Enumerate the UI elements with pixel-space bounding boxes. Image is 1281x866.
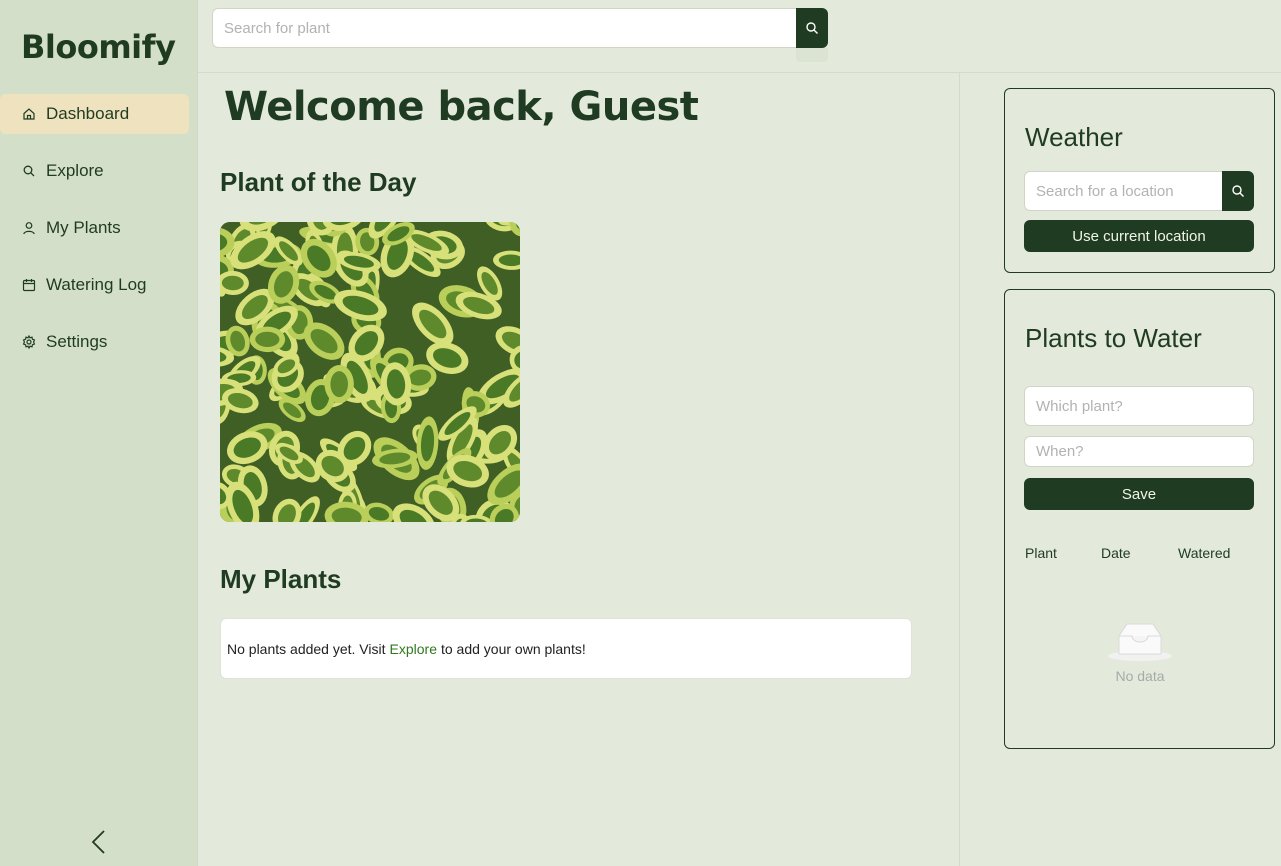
sidebar-item-explore[interactable]: Explore — [0, 151, 189, 191]
user-icon — [22, 221, 36, 235]
sidebar-item-settings[interactable]: Settings — [0, 322, 189, 362]
sidebar-item-watering-log[interactable]: Watering Log — [0, 265, 189, 305]
plant-search-input[interactable] — [212, 8, 797, 48]
save-button[interactable]: Save — [1024, 478, 1254, 510]
search-icon — [22, 164, 36, 178]
plant-photo — [220, 222, 520, 522]
search-button-shadow — [796, 48, 828, 62]
search-icon — [1232, 185, 1244, 197]
weather-card: Weather Use current location — [1004, 88, 1275, 273]
empty-state-text: No data — [1115, 668, 1165, 684]
location-search-button[interactable] — [1222, 171, 1254, 211]
plant-of-the-day-title: Plant of the Day — [220, 167, 417, 197]
my-plants-empty-state: No plants added yet. Visit Explore to ad… — [220, 618, 912, 679]
plant-search-button[interactable] — [796, 8, 828, 48]
explore-link[interactable]: Explore — [390, 641, 437, 657]
location-search-input[interactable] — [1024, 171, 1224, 211]
use-current-location-button[interactable]: Use current location — [1024, 220, 1254, 252]
plants-to-water-title: Plants to Water — [1025, 323, 1202, 353]
plant-search — [212, 8, 828, 48]
column-header-date: Date — [1101, 545, 1131, 561]
calendar-icon — [22, 278, 36, 292]
panel-divider — [959, 73, 960, 866]
search-icon — [806, 22, 818, 34]
empty-inbox-icon — [1108, 623, 1172, 661]
home-icon — [22, 107, 36, 121]
sidebar-item-label: Settings — [46, 332, 108, 351]
column-header-plant: Plant — [1025, 545, 1057, 561]
gear-icon — [22, 335, 36, 349]
sidebar-item-label: Dashboard — [46, 104, 130, 123]
chevron-left-icon — [91, 830, 105, 854]
plant-of-the-day-image[interactable] — [220, 222, 520, 522]
sidebar: Bloomify Dashboard Explore My Plants Wat… — [0, 0, 198, 866]
collapse-sidebar-button[interactable] — [86, 828, 110, 856]
my-plants-empty-suffix: to add your own plants! — [440, 640, 586, 657]
sidebar-item-my-plants[interactable]: My Plants — [0, 208, 189, 248]
my-plants-empty-prefix: No plants added yet. Visit — [227, 640, 386, 657]
weather-title: Weather — [1025, 122, 1123, 152]
sidebar-item-label: Watering Log — [46, 275, 147, 294]
plants-to-water-card: Plants to Water Save Plant Date Watered … — [1004, 289, 1275, 749]
welcome-heading: Welcome back, Guest — [224, 84, 699, 130]
column-header-watered: Watered — [1178, 545, 1231, 561]
table-empty-state: No data — [1105, 620, 1175, 684]
sidebar-item-label: My Plants — [46, 218, 121, 237]
when-input[interactable] — [1024, 436, 1254, 467]
which-plant-input[interactable] — [1024, 386, 1254, 426]
top-bar — [198, 0, 1281, 73]
my-plants-title: My Plants — [220, 564, 342, 594]
app-logo[interactable]: Bloomify — [21, 28, 176, 66]
sidebar-item-label: Explore — [46, 161, 104, 180]
sidebar-item-dashboard[interactable]: Dashboard — [0, 94, 189, 134]
